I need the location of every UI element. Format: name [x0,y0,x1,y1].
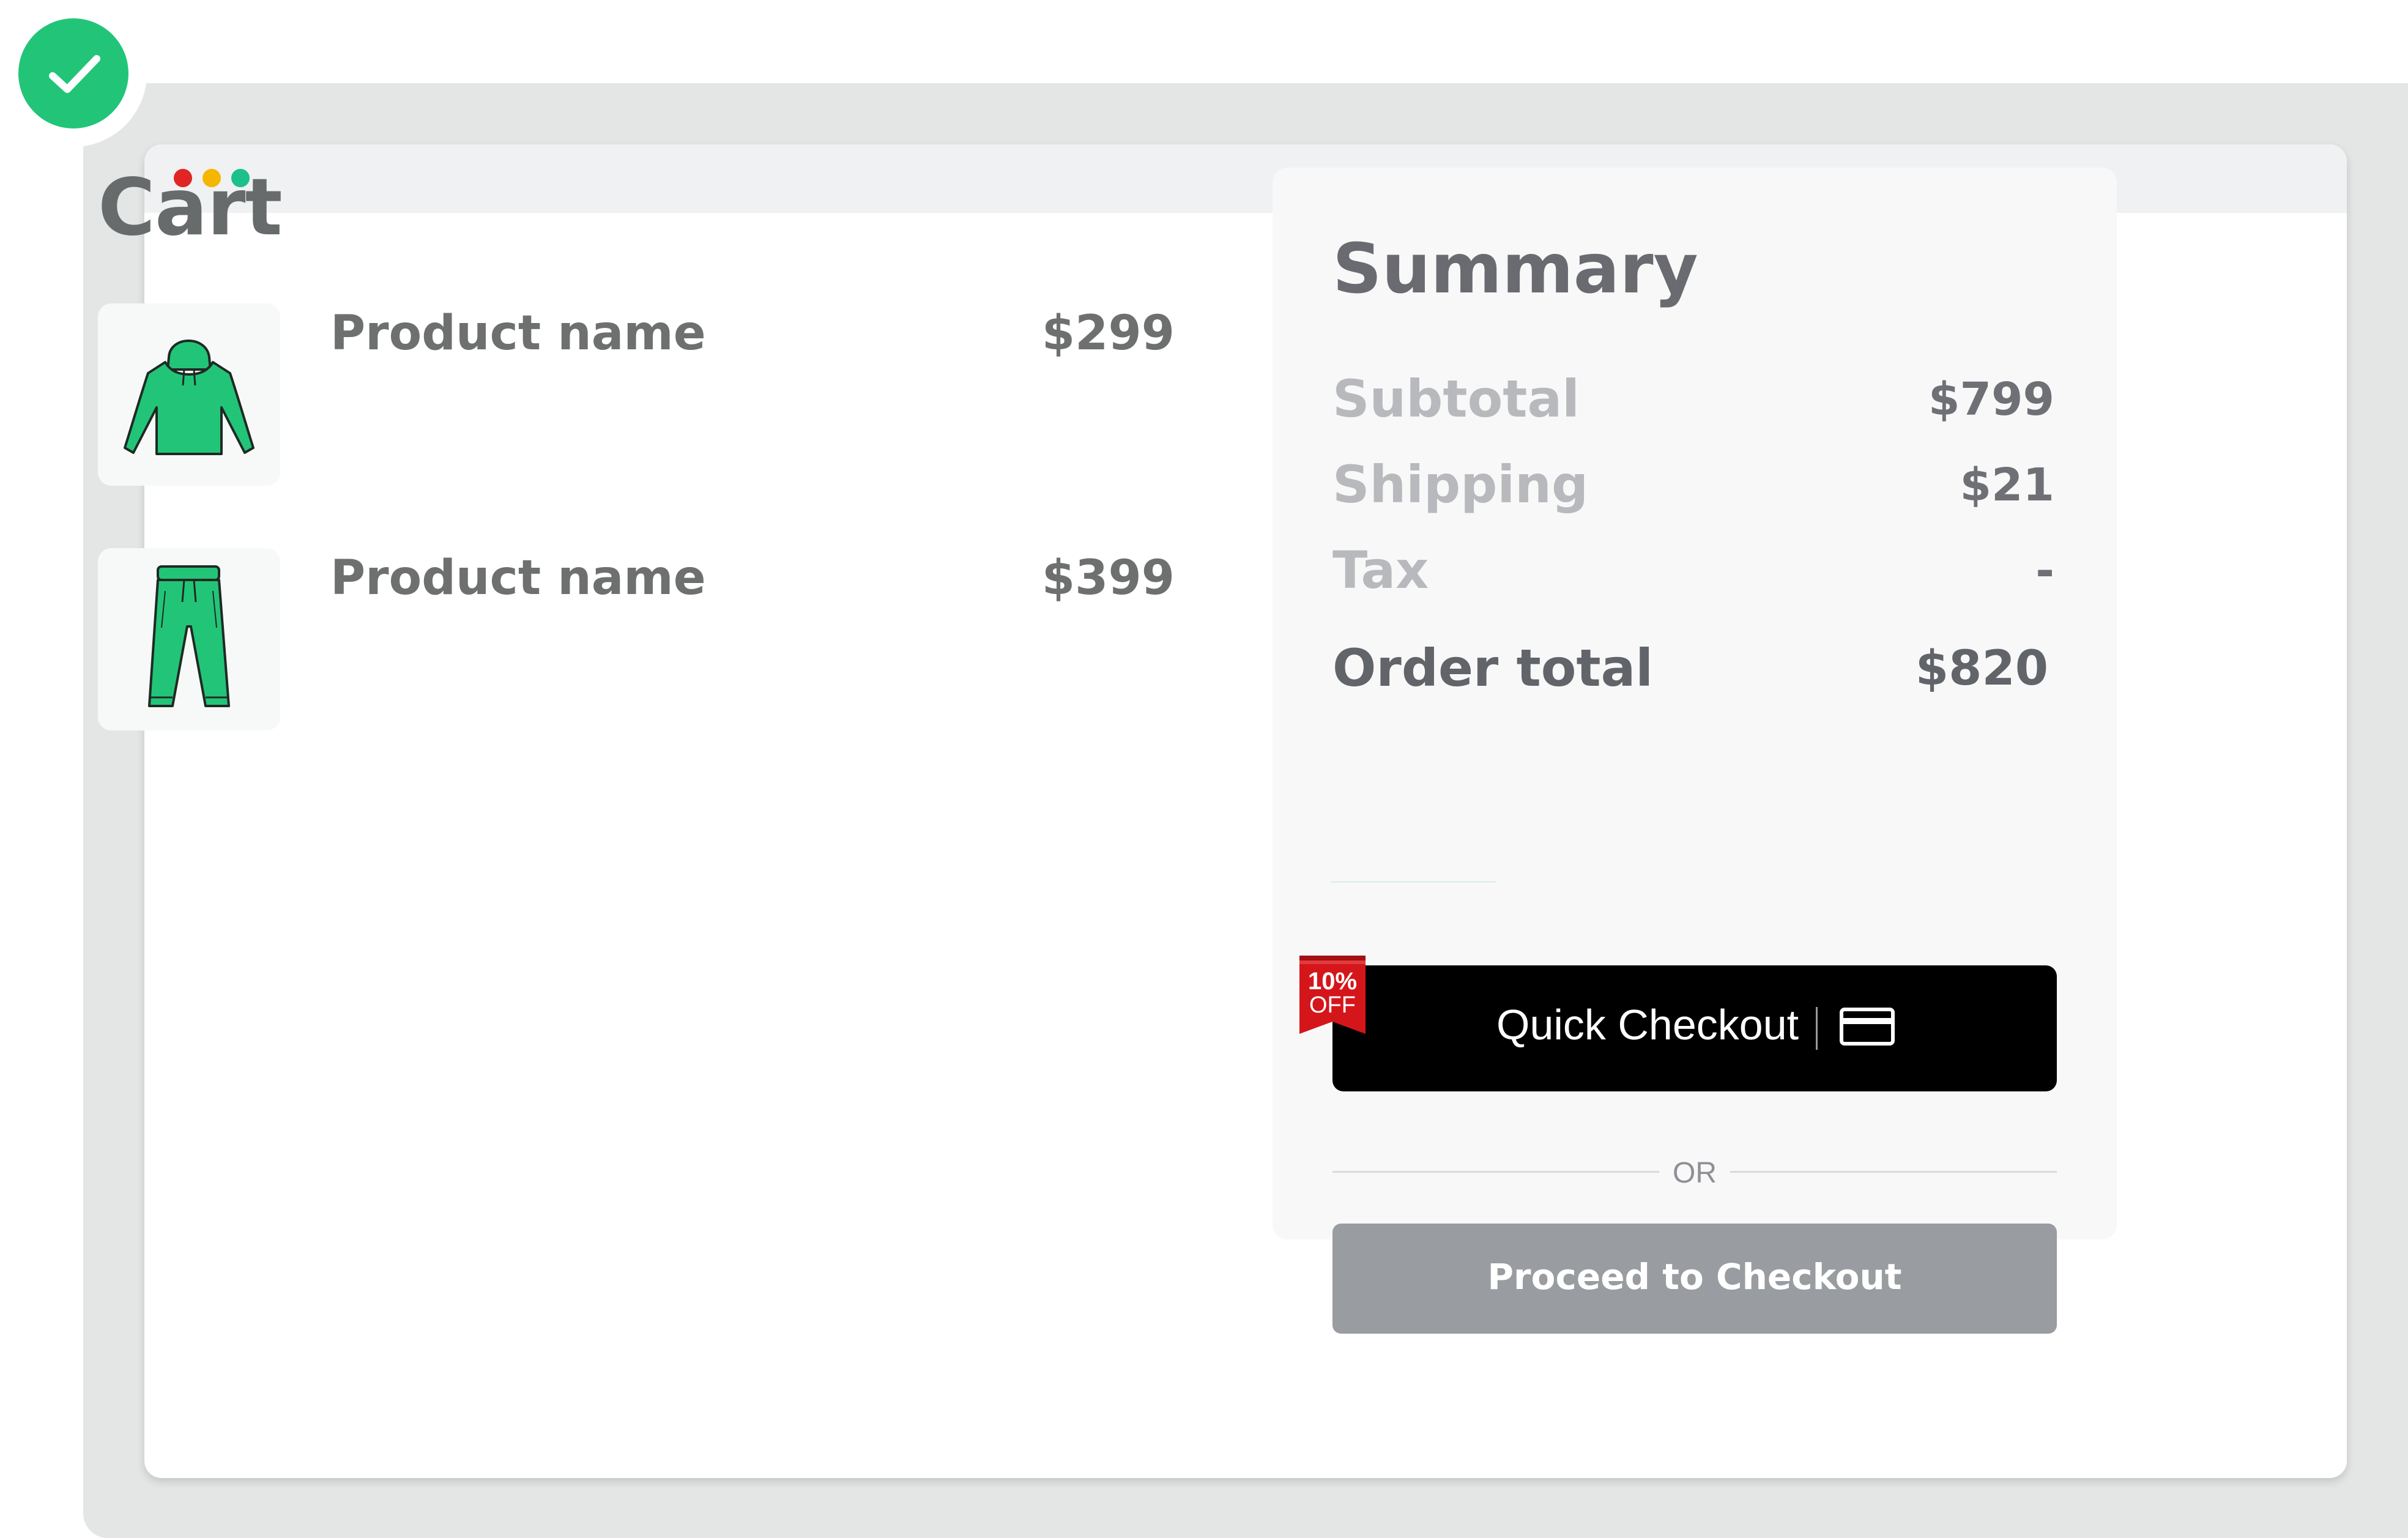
summary-label: Shipping [1332,455,1589,515]
hoodie-icon [124,340,255,455]
cart-item: Product name $399 [98,548,1175,732]
button-separator [1816,1007,1818,1050]
summary-label: Subtotal [1332,369,1580,429]
cart-title: Cart [98,162,283,253]
quick-checkout-label: Quick Checkout [1496,1001,1799,1049]
summary-title: Summary [1332,229,1698,309]
product-price: $299 [1041,306,1175,361]
summary-value: $799 [1928,373,2054,426]
badge-off: OFF [1309,992,1356,1018]
summary-value: - [2035,544,2054,597]
checkmark-icon [49,55,100,93]
sweatpants-icon [148,565,230,707]
product-thumbnail[interactable] [98,548,280,730]
quick-checkout-button[interactable]: Quick Checkout [1332,965,2057,1091]
or-label: OR [1673,1157,1717,1189]
badge-percent: 10% [1307,968,1358,995]
summary-label: Tax [1332,540,1429,600]
product-price: $399 [1041,551,1175,606]
cart-item: Product name $299 [98,303,1175,487]
summary-divider [1331,881,1496,883]
order-total-value: $820 [1915,641,2048,696]
summary-value: $21 [1960,459,2054,511]
order-total-label: Order total [1332,638,1654,698]
order-summary-panel: Summary Subtotal $799 Shipping $21 Tax -… [1273,168,2117,1334]
product-name[interactable]: Product name [330,310,706,357]
or-divider: OR [1332,1154,2057,1188]
credit-card-icon [1840,1008,1895,1046]
discount-badge: 10% OFF [1297,956,1368,1035]
product-thumbnail[interactable] [98,303,280,486]
success-badge [0,0,147,147]
product-name[interactable]: Product name [330,554,706,602]
proceed-to-checkout-button[interactable]: Proceed to Checkout [1332,1224,2057,1334]
proceed-label: Proceed to Checkout [1487,1256,1902,1298]
